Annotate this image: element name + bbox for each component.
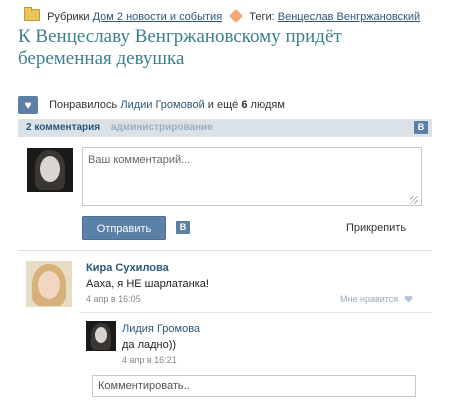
tags-label: Теги: (249, 11, 275, 23)
heart-like-button[interactable]: ♥ (18, 96, 38, 114)
comment-textarea[interactable] (82, 147, 422, 206)
vk-share-icon[interactable]: В (414, 121, 428, 134)
attach-link[interactable]: Прикрепить (346, 222, 406, 234)
reply-thread: Лидия Громова да ладно)) 4 апр в 16:21 (80, 312, 432, 412)
tab-administration[interactable]: администрирование (111, 122, 213, 133)
likes-prefix: Понравилось (49, 98, 118, 111)
comment-thread: Кира Сухилова Аахa, я НЕ шарлатанка! 4 а… (18, 250, 432, 411)
send-button[interactable]: Отправить (82, 216, 166, 240)
current-user-avatar (27, 148, 73, 192)
avatar[interactable] (86, 321, 116, 351)
comment-date[interactable]: 4 апр в 16:05 (86, 294, 141, 304)
comment-author[interactable]: Кира Сухилова (86, 262, 169, 274)
tag-link[interactable]: Венцеслав Венгржановский (278, 11, 420, 23)
comment-author[interactable]: Лидия Громова (122, 323, 200, 335)
comment-text: да ладно)) (122, 339, 177, 351)
likes-and-more: и ещё (207, 98, 239, 111)
reply-input[interactable] (92, 375, 416, 397)
likes-suffix: людям (250, 98, 285, 111)
folder-icon (24, 7, 40, 21)
heart-icon (404, 295, 413, 303)
liked-user-link[interactable]: Лидии Громовой (120, 99, 204, 111)
likes-count[interactable]: 6 (241, 99, 247, 111)
vk-icon[interactable]: В (176, 221, 190, 234)
article-meta: Рубрики Дом 2 новости и события Теги: Ве… (24, 7, 420, 24)
like-comment-button[interactable]: Мне нравится (340, 294, 413, 304)
avatar[interactable] (26, 261, 72, 307)
comment-date[interactable]: 4 апр в 16:21 (122, 355, 177, 365)
tab-comments[interactable]: 2 комментария (26, 122, 100, 133)
tag-icon (229, 8, 244, 24)
like-label: Мне нравится (340, 294, 399, 304)
comments-tab-bar: 2 комментария администрирование В (18, 119, 432, 137)
article-title: К Венцеславу Венгржановскому придёт бере… (18, 26, 342, 69)
rubric-label: Рубрики (47, 11, 90, 23)
likes-bar: ♥ Понравилось Лидии Громовой и ещё 6 люд… (18, 96, 285, 114)
resize-grip-icon[interactable] (410, 196, 418, 204)
comment-text: Аахa, я НЕ шарлатанка! (86, 278, 209, 290)
rubric-link[interactable]: Дом 2 новости и события (93, 11, 223, 23)
